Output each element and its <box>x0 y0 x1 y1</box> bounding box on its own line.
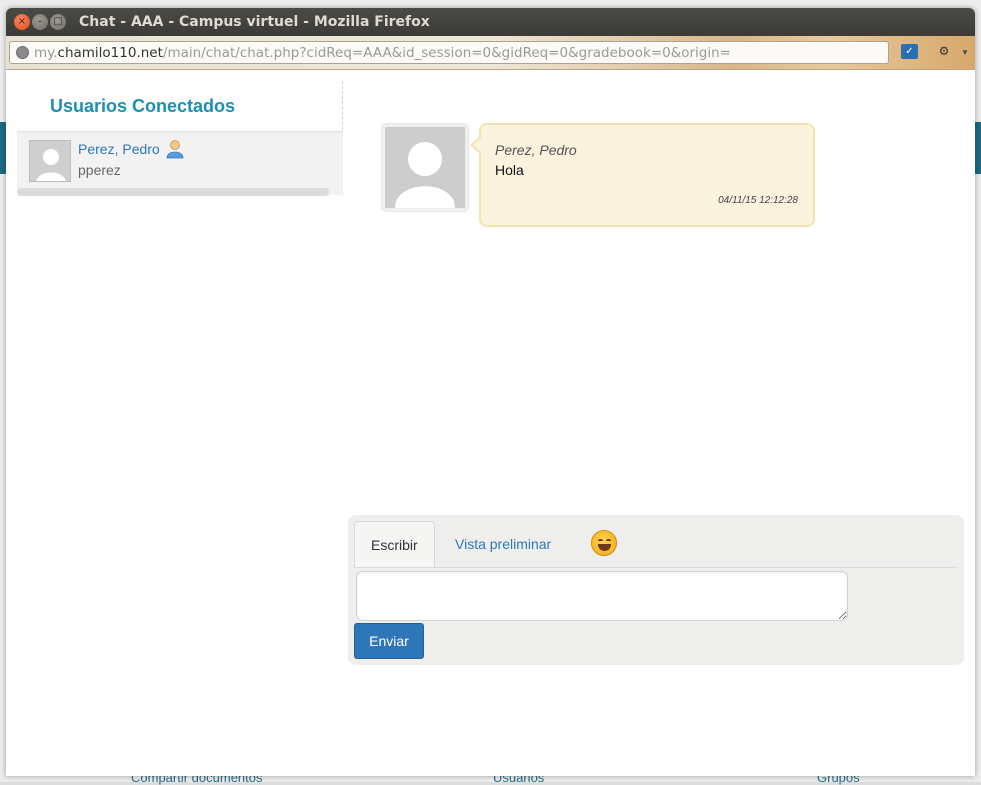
emoji-picker-icon[interactable] <box>591 530 617 556</box>
user-name-link[interactable]: Perez, Pedro <box>78 141 160 157</box>
globe-icon[interactable] <box>16 46 29 59</box>
chat-content: Usuarios Conectados Perez, Pedro pperez … <box>6 71 975 776</box>
window-title: Chat - AAA - Campus virtuel - Mozilla Fi… <box>79 14 430 30</box>
send-button[interactable]: Enviar <box>354 623 424 659</box>
message-avatar <box>382 124 468 211</box>
chevron-down-icon[interactable]: ▾ <box>959 45 971 59</box>
default-avatar-icon <box>385 127 465 208</box>
navigation-toolbar: my.chamilo110.net/main/chat/chat.php?cid… <box>6 36 975 70</box>
horizontal-scrollbar[interactable] <box>17 188 329 196</box>
window-close-button[interactable]: × <box>14 14 30 30</box>
tab-preview[interactable]: Vista preliminar <box>439 521 567 567</box>
addon-icon[interactable]: ⚙ <box>936 44 952 59</box>
message-input[interactable] <box>356 571 848 621</box>
online-user-icon <box>166 139 184 159</box>
message-text: Hola <box>495 162 524 178</box>
background-header-strip-right <box>975 122 981 174</box>
chat-message-bubble: Perez, Pedro Hola 04/11/15 12:12:28 <box>470 123 815 227</box>
message-composer: Escribir Vista preliminar Enviar <box>348 515 964 665</box>
tab-write[interactable]: Escribir <box>354 521 435 567</box>
window-titlebar[interactable]: × – □ Chat - AAA - Campus virtuel - Mozi… <box>6 8 975 36</box>
window-minimize-button[interactable]: – <box>32 14 48 30</box>
avatar <box>29 140 71 182</box>
user-username: pperez <box>78 162 121 178</box>
url-text[interactable]: my.chamilo110.net/main/chat/chat.php?cid… <box>34 45 731 61</box>
composer-tabs: Escribir Vista preliminar <box>354 521 958 568</box>
user-list-item[interactable]: Perez, Pedro pperez <box>17 131 343 196</box>
connected-users-panel: Usuarios Conectados Perez, Pedro pperez <box>17 81 343 196</box>
default-avatar-icon <box>30 141 70 181</box>
message-timestamp: 04/11/15 12:12:28 <box>718 195 798 206</box>
message-author: Perez, Pedro <box>495 142 577 158</box>
browser-window: × – □ Chat - AAA - Campus virtuel - Mozi… <box>6 8 975 776</box>
url-bar[interactable]: my.chamilo110.net/main/chat/chat.php?cid… <box>9 41 889 64</box>
connected-users-title: Usuarios Conectados <box>50 96 236 116</box>
extension-icon[interactable]: ✓ <box>901 44 918 59</box>
window-maximize-button[interactable]: □ <box>50 14 66 30</box>
